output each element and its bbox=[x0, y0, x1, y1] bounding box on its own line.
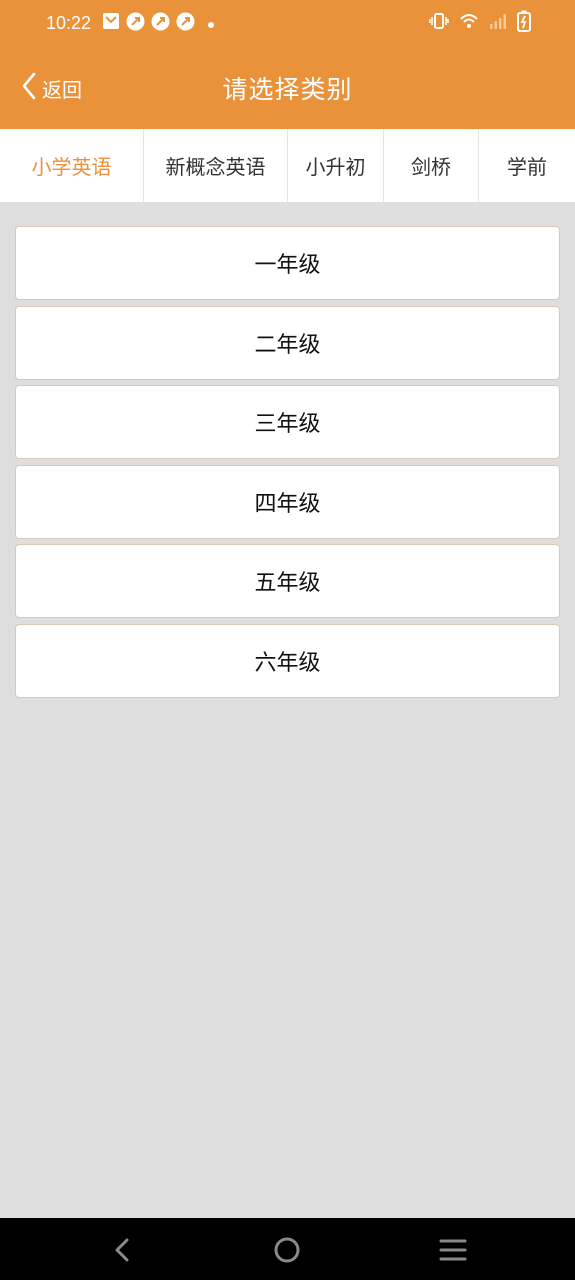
grade-item-6[interactable]: 六年级 bbox=[15, 623, 560, 698]
status-icons-left bbox=[102, 12, 215, 35]
system-nav-bar bbox=[0, 1218, 575, 1280]
wifi-icon bbox=[459, 12, 479, 34]
grade-item-1[interactable]: 一年级 bbox=[15, 226, 560, 300]
grade-item-3[interactable]: 三年级 bbox=[15, 385, 560, 459]
battery-icon bbox=[517, 10, 531, 36]
grade-item-4[interactable]: 四年级 bbox=[15, 464, 560, 539]
grade-item-2[interactable]: 二年级 bbox=[15, 305, 560, 380]
status-time: 10:22 bbox=[46, 13, 92, 33]
notification-icon bbox=[126, 12, 145, 35]
title-bar: 返回 请选择类别 bbox=[0, 48, 575, 129]
category-tabs: 小学英语 新概念英语 小升初 剑桥 学前 bbox=[0, 129, 575, 202]
back-icon bbox=[106, 1238, 138, 1270]
nav-home-button[interactable] bbox=[271, 1234, 303, 1266]
nav-menu-button[interactable] bbox=[437, 1234, 469, 1266]
tab-cambridge[interactable]: 剑桥 bbox=[384, 129, 479, 202]
home-icon bbox=[271, 1237, 303, 1270]
vibrate-icon bbox=[429, 12, 449, 34]
grade-list: 一年级 二年级 三年级 四年级 五年级 六年级 bbox=[15, 226, 560, 703]
status-bar: 10:22 bbox=[0, 0, 575, 48]
tab-primary-english[interactable]: 小学英语 bbox=[0, 129, 144, 202]
app-header: 10:22 返回 请选择类别 bbox=[0, 0, 575, 129]
status-icons-right bbox=[429, 10, 531, 36]
notification-icon bbox=[176, 12, 195, 35]
tab-junior-entrance[interactable]: 小升初 bbox=[288, 129, 384, 202]
signal-icon bbox=[489, 12, 507, 34]
tab-new-concept-english[interactable]: 新概念英语 bbox=[144, 129, 288, 202]
menu-icon bbox=[437, 1239, 469, 1270]
notification-icon bbox=[151, 12, 170, 35]
page-title: 请选择类别 bbox=[222, 75, 353, 104]
nav-back-button[interactable] bbox=[106, 1234, 138, 1266]
dot-icon bbox=[207, 14, 215, 33]
mail-icon bbox=[102, 12, 120, 34]
tab-preschool[interactable]: 学前 bbox=[479, 129, 575, 202]
grade-item-5[interactable]: 五年级 bbox=[15, 544, 560, 618]
